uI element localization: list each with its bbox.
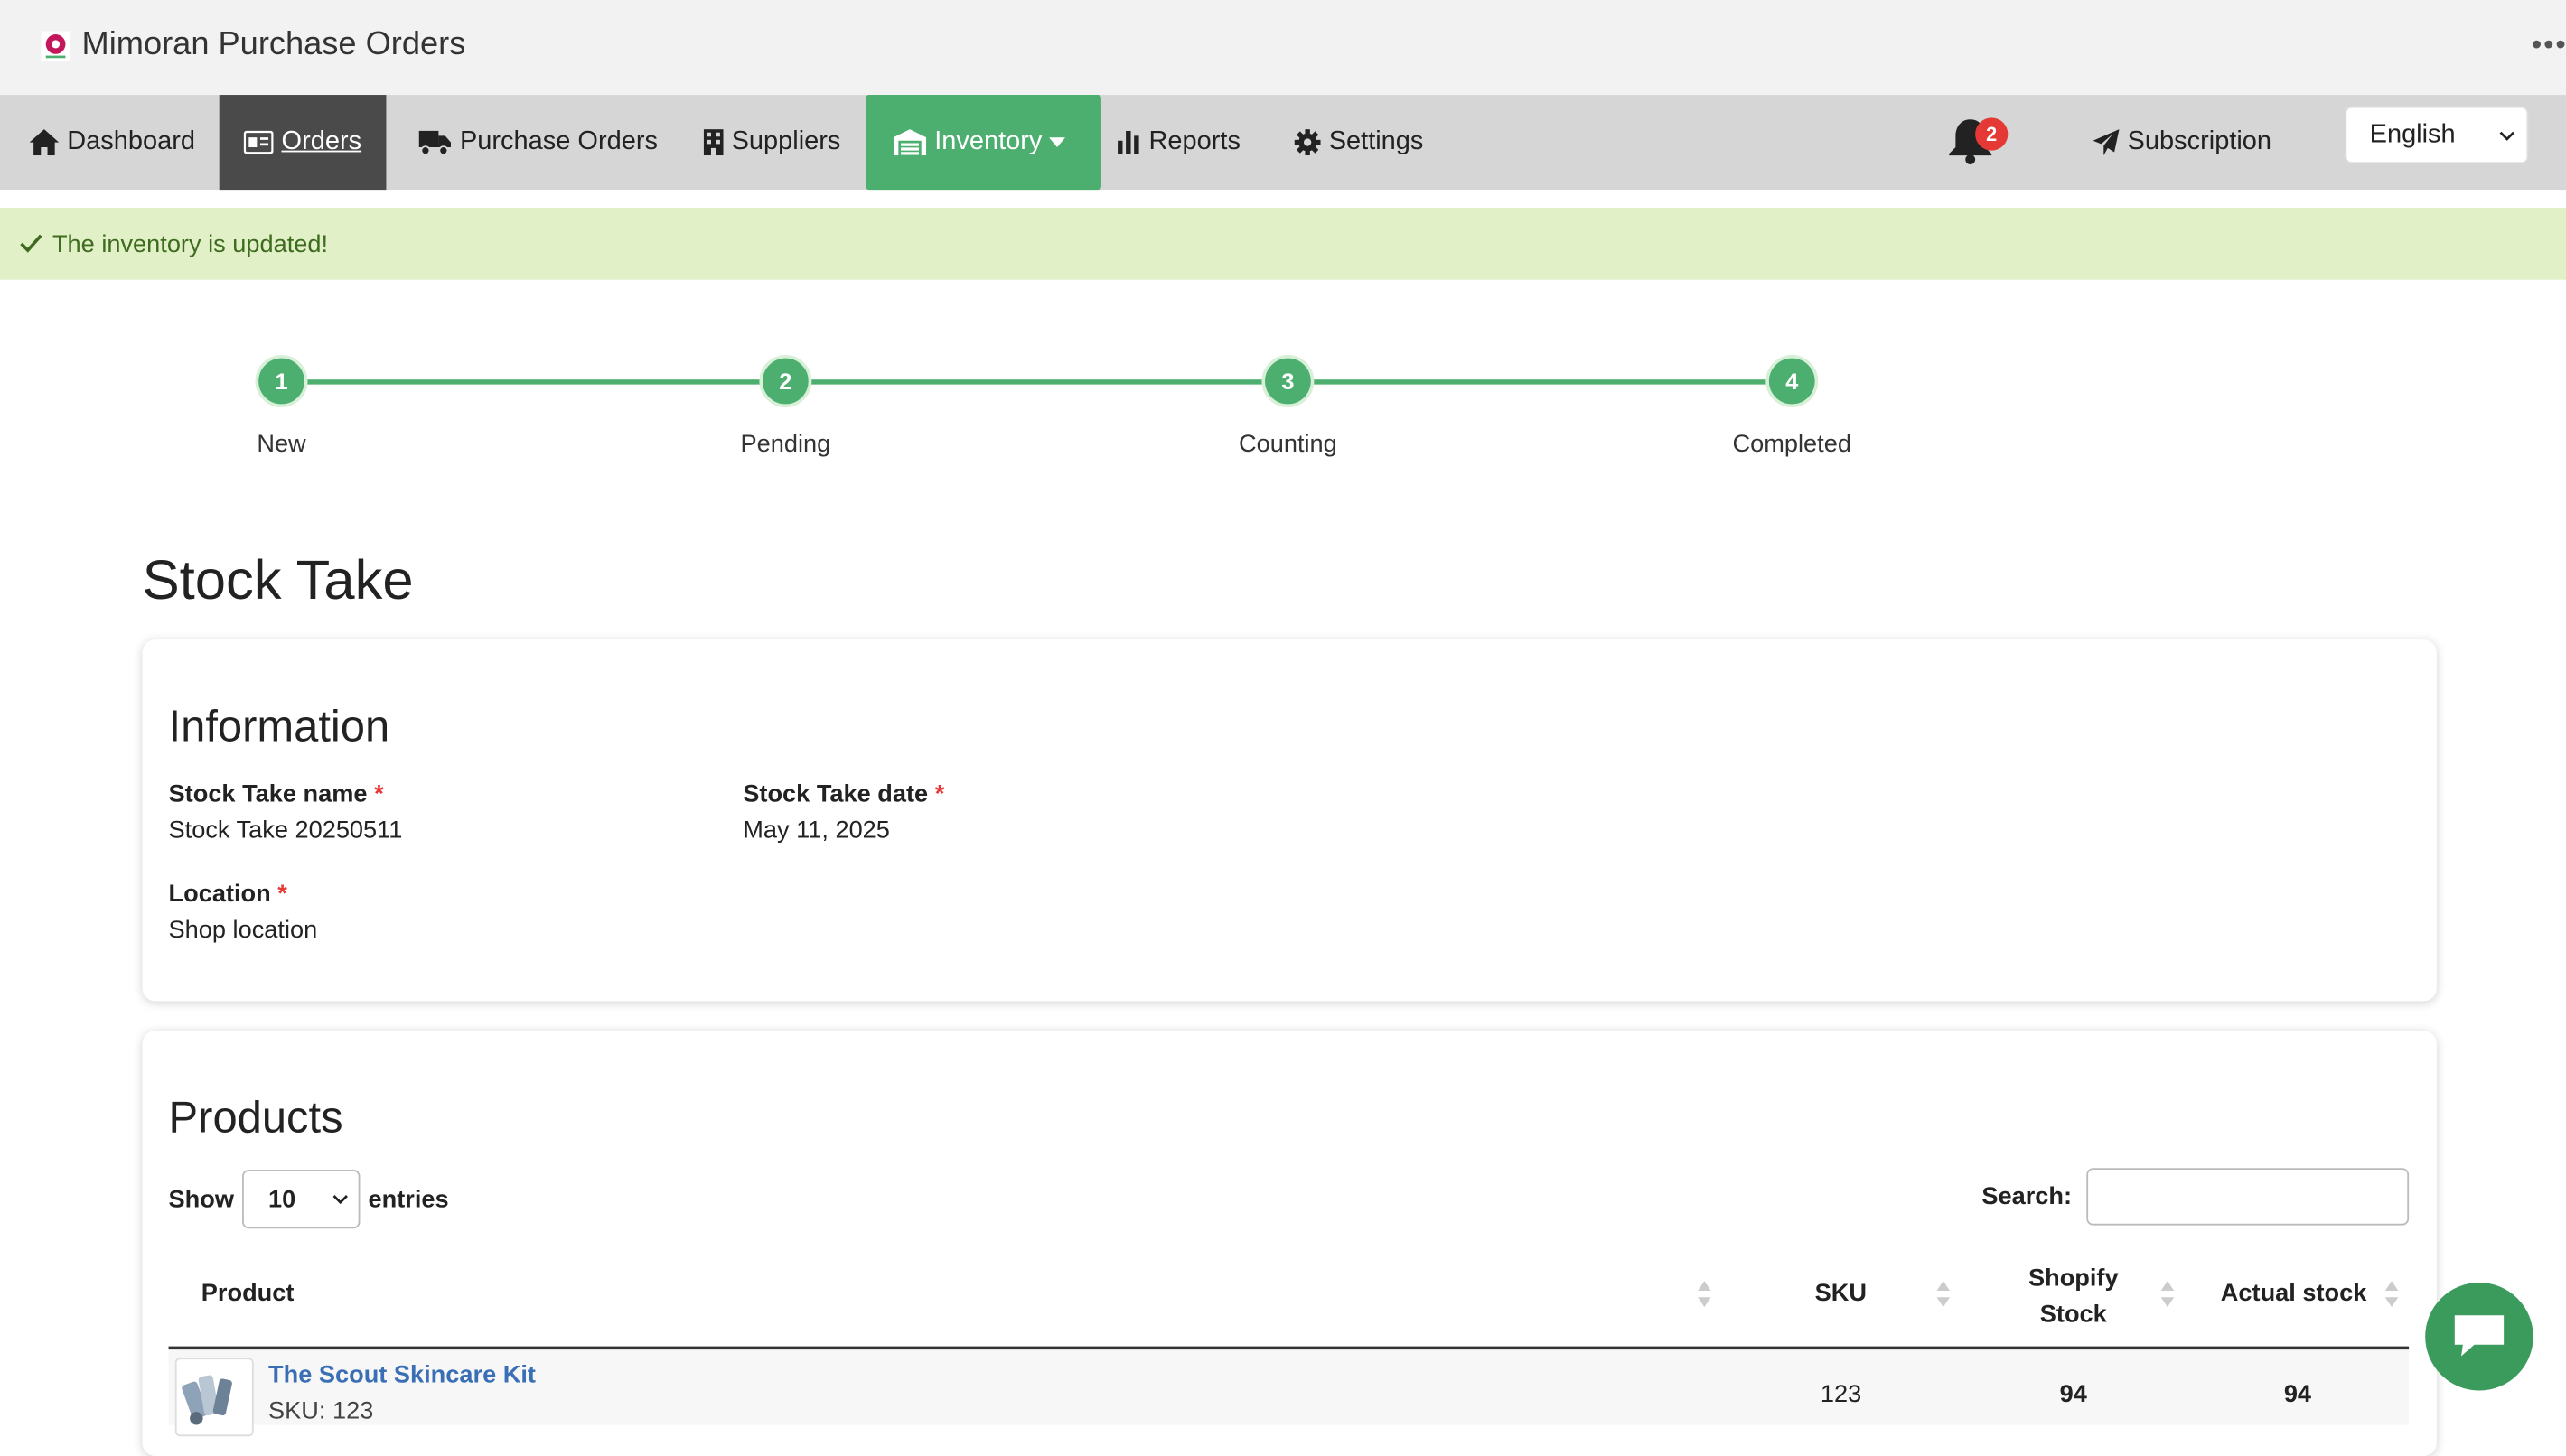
- products-heading: Products: [168, 1092, 343, 1143]
- stock-take-name-label-text: Stock Take name: [168, 779, 368, 808]
- nav-purchase-orders[interactable]: Purchase Orders: [418, 95, 658, 190]
- home-icon: [29, 129, 60, 156]
- entries-length-control: Show 10 entries: [169, 1168, 449, 1230]
- nav-dashboard-label: Dashboard: [67, 127, 196, 156]
- nav-dashboard[interactable]: Dashboard: [29, 95, 196, 190]
- language-select[interactable]: English: [2345, 106, 2529, 164]
- location-label: Location *: [169, 880, 287, 908]
- chat-bubble-icon: [2454, 1315, 2505, 1357]
- search-label: Search:: [1981, 1182, 2073, 1211]
- app-title: Mimoran Purchase Orders: [81, 25, 466, 62]
- required-mark: *: [934, 779, 945, 808]
- search-input[interactable]: [2086, 1168, 2410, 1226]
- product-link[interactable]: The Scout Skincare Kit: [268, 1361, 536, 1389]
- caret-down-icon: [1048, 137, 1065, 148]
- sort-icon[interactable]: [1936, 1279, 1951, 1309]
- stock-take-date-label-text: Stock Take date: [743, 779, 929, 808]
- stock-take-name-label: Stock Take name *: [169, 780, 384, 808]
- nav-settings-label: Settings: [1328, 127, 1424, 156]
- entries-select-value: 10: [268, 1185, 296, 1214]
- nav-subscription[interactable]: Subscription: [2093, 95, 2272, 190]
- information-heading: Information: [168, 702, 390, 751]
- sort-icon[interactable]: [1697, 1279, 1711, 1309]
- chevron-down-icon: [2499, 131, 2514, 141]
- alert-message: The inventory is updated!: [52, 229, 329, 258]
- check-icon: [20, 234, 42, 253]
- location-label-text: Location: [168, 880, 271, 909]
- required-mark: *: [277, 880, 287, 909]
- sort-icon[interactable]: [2160, 1279, 2175, 1309]
- product-image-icon: [182, 1375, 232, 1425]
- bar-chart-icon: [1118, 130, 1139, 154]
- nav-orders-label: Orders: [281, 127, 362, 156]
- product-thumbnail: [174, 1358, 254, 1437]
- step-3-label: Counting: [1239, 430, 1337, 459]
- step-4-circle: 4: [1765, 355, 1819, 407]
- cell-actual-stock: 94: [2283, 1380, 2312, 1409]
- main-navbar: Dashboard Orders Purchase Orders Supplie…: [0, 95, 2566, 191]
- column-header-product[interactable]: Product: [201, 1279, 295, 1307]
- location-value: Shop location: [168, 916, 318, 945]
- nav-orders[interactable]: Orders: [219, 95, 387, 191]
- nav-reports[interactable]: Reports: [1118, 95, 1241, 190]
- steps-connector: [281, 379, 1793, 385]
- entries-label: entries: [368, 1185, 449, 1214]
- product-sku-line: SKU: 123: [268, 1396, 374, 1425]
- nav-inventory-label: Inventory: [934, 127, 1043, 156]
- nav-suppliers[interactable]: Suppliers: [703, 95, 841, 190]
- show-label: Show: [168, 1185, 235, 1214]
- step-1-label: New: [257, 430, 306, 459]
- truck-icon: [418, 130, 451, 156]
- stock-take-date-label: Stock Take date *: [743, 780, 944, 808]
- step-2-label: Pending: [740, 430, 831, 459]
- app-titlebar: Mimoran Purchase Orders •••: [0, 0, 2566, 96]
- nav-subscription-label: Subscription: [2127, 127, 2272, 156]
- step-2-circle: 2: [759, 355, 812, 407]
- chevron-down-icon: [332, 1195, 348, 1205]
- column-header-actual-stock[interactable]: Actual stock: [2221, 1279, 2367, 1307]
- required-mark: *: [374, 779, 384, 808]
- cell-shopify-stock: 94: [2059, 1380, 2087, 1409]
- entries-select[interactable]: 10: [242, 1170, 361, 1229]
- nav-reports-label: Reports: [1148, 127, 1241, 156]
- step-3-circle: 3: [1261, 355, 1315, 407]
- nav-inventory[interactable]: Inventory: [866, 95, 1101, 191]
- language-value: English: [2369, 120, 2456, 148]
- column-header-sku[interactable]: SKU: [1815, 1279, 1867, 1307]
- column-header-shopify-stock[interactable]: Shopify Stock: [2016, 1261, 2131, 1333]
- step-1-circle: 1: [255, 355, 308, 407]
- stock-take-date-value: May 11, 2025: [743, 816, 890, 845]
- chat-button[interactable]: [2425, 1282, 2533, 1391]
- nav-settings[interactable]: Settings: [1294, 95, 1424, 190]
- notification-badge: 2: [1975, 117, 2009, 151]
- warehouse-icon: [893, 129, 927, 156]
- stock-take-name-value: Stock Take 20250511: [168, 816, 403, 845]
- app-logo-icon: [41, 31, 70, 61]
- step-4-label: Completed: [1732, 430, 1851, 459]
- information-card: Information Stock Take name * Stock Take…: [142, 639, 2437, 1002]
- nav-purchase-orders-label: Purchase Orders: [459, 127, 658, 156]
- sort-icon[interactable]: [2384, 1279, 2399, 1309]
- nav-suppliers-label: Suppliers: [731, 127, 841, 156]
- id-card-icon: [243, 130, 274, 154]
- ellipsis-icon[interactable]: •••: [2532, 28, 2566, 62]
- cell-sku: 123: [1820, 1380, 1862, 1409]
- building-icon: [703, 129, 724, 156]
- page-title: Stock Take: [142, 549, 414, 612]
- success-alert: The inventory is updated!: [0, 208, 2566, 280]
- gear-icon: [1294, 129, 1321, 156]
- paper-plane-icon: [2093, 129, 2120, 156]
